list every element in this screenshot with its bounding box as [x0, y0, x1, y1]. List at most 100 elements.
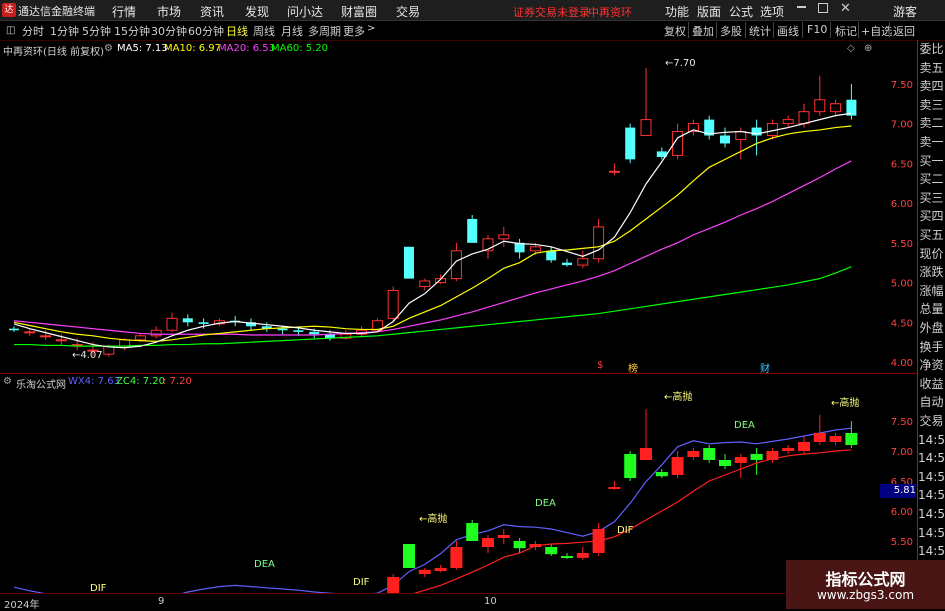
candlestick-chart[interactable] — [0, 40, 880, 373]
candle-body — [9, 328, 19, 331]
tab-weekly[interactable]: 周线 — [253, 23, 275, 39]
btn-duogu[interactable]: 多股 — [720, 23, 742, 39]
diamond-icon[interactable]: ◇ — [847, 43, 855, 54]
tab-5min[interactable]: 5分钟 — [82, 23, 111, 39]
indicator-bar — [750, 454, 763, 460]
indicator-bar — [703, 448, 716, 460]
tab-daily[interactable]: 日线 — [226, 23, 248, 39]
tab-60min[interactable]: 60分钟 — [188, 23, 224, 39]
dea-label: DEA — [254, 559, 275, 570]
tab-monthly[interactable]: 月线 — [281, 23, 303, 39]
candle-body — [640, 119, 652, 137]
indicator-bar — [734, 457, 747, 463]
candle-body — [798, 111, 810, 125]
indicator-title: 乐淘公式网 — [16, 380, 66, 391]
axis-tick-sub: 7.50 — [891, 417, 913, 428]
separator — [889, 22, 890, 38]
menu-xuanxiang[interactable]: 选项 — [760, 3, 784, 20]
separator — [830, 22, 831, 38]
menu-gongshi[interactable]: 公式 — [729, 3, 753, 20]
minimize-icon[interactable] — [797, 6, 806, 8]
tab-multi-period[interactable]: 多周期 — [308, 23, 341, 39]
axis-tick-main: 4.50 — [891, 318, 913, 329]
menu-zixun[interactable]: 资讯 — [200, 3, 224, 20]
indicator-chart[interactable] — [0, 373, 880, 593]
btn-tongji[interactable]: 统计 — [749, 23, 771, 39]
tab-15min[interactable]: 15分钟 — [114, 23, 150, 39]
axis-tick-sub: 5.50 — [891, 537, 913, 548]
indicator-bar — [845, 433, 858, 445]
candle-body — [166, 317, 178, 331]
menu-caifuquan[interactable]: 财富圈 — [341, 3, 377, 20]
current-stock-name: 中再资环 — [588, 6, 632, 19]
candle-body — [277, 328, 288, 331]
watermark-title: 指标公式网 — [825, 570, 906, 589]
ma20-label: MA20: 6.53 — [218, 43, 276, 54]
current-price-box: 5.81 — [880, 484, 916, 498]
btn-diejia[interactable]: 叠加 — [692, 23, 714, 39]
wx4-label: WX4: 7.63 — [68, 376, 120, 387]
indicator-bar — [561, 556, 573, 558]
tab-fenshi[interactable]: 分时 — [22, 23, 44, 39]
ma60-line — [14, 266, 852, 347]
axis-tick-main: 5.00 — [891, 279, 913, 290]
side-panel-item: 外盘 — [919, 321, 944, 335]
expand-icon[interactable]: ⊕ — [864, 43, 872, 54]
settings-gear-icon[interactable]: ⚙ — [3, 376, 12, 387]
side-panel-item: 14:56 — [918, 432, 945, 447]
side-panel-item: 14:56 — [918, 525, 945, 540]
side-panel-item: 涨跌 — [919, 265, 944, 280]
indicator-bar — [450, 547, 463, 568]
dollar-marker[interactable]: $ — [597, 360, 603, 371]
side-panel-item: 收益 — [919, 376, 944, 391]
separator — [688, 22, 689, 38]
indicator-bar — [829, 436, 842, 442]
menu-wenxiaoda[interactable]: 问小达 — [287, 3, 323, 20]
toggle-panel-icon[interactable]: ◫ — [6, 25, 15, 36]
tab-more[interactable]: 更多 — [343, 23, 365, 39]
candle-body — [830, 103, 842, 113]
trade-login-notice[interactable]: 证券交易未登录 — [513, 4, 590, 20]
date-label: 9 — [158, 596, 165, 607]
btn-add-watchlist[interactable]: +自选 — [861, 23, 892, 39]
candle-body — [55, 339, 67, 342]
side-panel-item: 买四 — [919, 209, 944, 224]
side-panel-item: 买三 — [919, 190, 944, 205]
side-panel-item: 卖五 — [919, 60, 944, 75]
indicator-bar — [482, 538, 494, 547]
tab-1min[interactable]: 1分钟 — [50, 23, 79, 39]
ma10-label: MA10: 6.97 — [164, 43, 222, 54]
btn-fuquan[interactable]: 复权 — [664, 23, 686, 39]
btn-fanhui[interactable]: 返回 — [893, 23, 915, 39]
btn-biaoji[interactable]: 标记 — [835, 23, 857, 39]
menu-faxian[interactable]: 发现 — [245, 3, 269, 20]
side-panel-item: 卖四 — [919, 79, 944, 94]
menu-gongneng[interactable]: 功能 — [665, 3, 689, 20]
side-panel-item: 卖一 — [919, 135, 944, 149]
menu-hangqing[interactable]: 行情 — [112, 3, 136, 20]
menu-jiaoyi[interactable]: 交易 — [396, 3, 420, 20]
ma10-line — [13, 125, 852, 342]
separator — [802, 22, 803, 38]
maximize-icon[interactable] — [818, 3, 828, 13]
btn-huaxian[interactable]: 画线 — [777, 23, 799, 39]
indicator-bar — [719, 460, 731, 466]
close-icon[interactable]: ✕ — [840, 1, 851, 16]
guest-user[interactable]: 游客 — [893, 3, 917, 20]
separator — [773, 22, 774, 38]
watermark-banner: 指标公式网 www.zbgs3.com — [786, 560, 945, 609]
side-panel-item: 买二 — [919, 172, 944, 187]
chevron-right-icon[interactable]: > — [367, 23, 375, 34]
axis-tick-main: 5.50 — [891, 239, 913, 250]
dea-label: DEA — [535, 498, 556, 509]
axis-tick-sub: 7.00 — [891, 447, 913, 458]
settings-gear-icon[interactable]: ⚙ — [104, 43, 113, 54]
close-value-label: : 7.20 — [163, 376, 192, 387]
side-panel-item: 14:56 — [918, 469, 945, 484]
axis-tick-sub: 6.00 — [891, 507, 913, 518]
menu-banmian[interactable]: 版面 — [697, 3, 721, 20]
btn-f10[interactable]: F10 — [807, 23, 827, 36]
tab-30min[interactable]: 30分钟 — [151, 23, 187, 39]
menu-shichang[interactable]: 市场 — [157, 3, 181, 20]
side-panel-item: 14:56 — [918, 544, 945, 559]
